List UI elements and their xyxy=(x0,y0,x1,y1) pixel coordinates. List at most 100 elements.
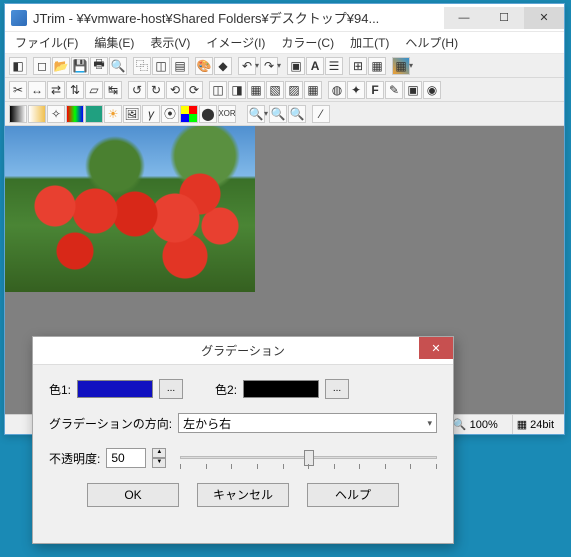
help-button[interactable]: ヘルプ xyxy=(307,483,399,507)
rotate-cw-icon[interactable]: ↻ xyxy=(147,81,165,99)
skew-icon[interactable]: ▱ xyxy=(85,81,103,99)
direction-label: グラデーションの方向: xyxy=(49,415,172,432)
color1-pick-button[interactable]: ... xyxy=(159,379,183,399)
flip-v-icon[interactable]: ⇅ xyxy=(66,81,84,99)
menu-edit[interactable]: 編集(E) xyxy=(88,32,140,53)
crop-icon[interactable]: ✂ xyxy=(9,81,27,99)
cancel-button[interactable]: キャンセル xyxy=(197,483,289,507)
dialog-close-button[interactable]: ✕ xyxy=(419,337,453,359)
blur-icon[interactable]: ◍ xyxy=(328,81,346,99)
paste-icon[interactable]: ▤ xyxy=(171,57,189,75)
balance-icon[interactable]: ⬤ xyxy=(199,105,217,123)
flip-h-icon[interactable]: ⇄ xyxy=(47,81,65,99)
grid2-icon[interactable]: ▦ xyxy=(392,57,410,75)
gamma-icon[interactable]: γ xyxy=(142,105,160,123)
menu-color[interactable]: カラー(C) xyxy=(275,32,340,53)
color2-pick-button[interactable]: ... xyxy=(325,379,349,399)
effect-3-icon[interactable]: ▦ xyxy=(247,81,265,99)
zoom-fit-icon[interactable]: 🔍 xyxy=(247,105,265,123)
opacity-label: 不透明度: xyxy=(49,450,100,467)
rotate-free-icon[interactable]: ⟳ xyxy=(185,81,203,99)
frame-icon[interactable]: ▣ xyxy=(287,57,305,75)
fill-icon[interactable]: ◆ xyxy=(214,57,232,75)
toolbar-row-2: ✂ ↔ ⇄ ⇅ ▱ ↹ ↺ ↻ ⟲ ⟳ ◫ ◨ ▦ ▧ ▨ ▦ ◍ ✦ F ✎ … xyxy=(5,78,564,102)
app-icon xyxy=(11,10,27,26)
dialog-title: グラデーション xyxy=(201,342,285,359)
effect-6-icon[interactable]: ▦ xyxy=(304,81,322,99)
ok-button[interactable]: OK xyxy=(87,483,179,507)
paint-icon[interactable]: 🎨 xyxy=(195,57,213,75)
maximize-button[interactable]: ☐ xyxy=(484,7,524,29)
color2-label: 色2: xyxy=(215,381,237,398)
new-icon[interactable]: ◻ xyxy=(33,57,51,75)
titlebar: JTrim - ¥¥vmware-host¥Shared Folders¥デスク… xyxy=(5,4,564,32)
opacity-input[interactable]: 50 xyxy=(106,448,146,468)
spiral-icon[interactable]: ◉ xyxy=(423,81,441,99)
sparkle-icon[interactable]: ✧ xyxy=(47,105,65,123)
opacity-slider[interactable] xyxy=(180,447,437,469)
toolbar-row-3: ✧ ☀ 🖼 γ ⦿ ⬤ XOR 🔍▾ 🔍 🔍 ⁄ xyxy=(5,102,564,126)
gradient-1-icon[interactable] xyxy=(9,105,27,123)
checker-icon[interactable] xyxy=(180,105,198,123)
grid-icon[interactable]: ⊞ xyxy=(349,57,367,75)
menubar: ファイル(F) 編集(E) 表示(V) イメージ(I) カラー(C) 加工(T)… xyxy=(5,32,564,54)
zoom-in-icon[interactable]: 🔍 xyxy=(269,105,287,123)
image-content xyxy=(5,126,255,292)
swatch-icon[interactable] xyxy=(85,105,103,123)
direction-value: 左から右 xyxy=(183,415,231,432)
window-title: JTrim - ¥¥vmware-host¥Shared Folders¥デスク… xyxy=(33,8,444,27)
menu-file[interactable]: ファイル(F) xyxy=(9,32,84,53)
copy-icon[interactable]: ⿻ xyxy=(133,57,151,75)
xor-icon[interactable]: XOR xyxy=(218,105,236,123)
rotate-ccw-icon[interactable]: ↺ xyxy=(128,81,146,99)
color1-swatch[interactable] xyxy=(77,380,153,398)
color1-label: 色1: xyxy=(49,381,71,398)
save-icon[interactable]: 💾 xyxy=(71,57,89,75)
menu-help[interactable]: ヘルプ(H) xyxy=(399,32,464,53)
chevron-down-icon: ▾ xyxy=(427,418,432,429)
open-icon[interactable]: 📂 xyxy=(52,57,70,75)
zoom-out-icon[interactable]: 🔍 xyxy=(288,105,306,123)
depth-icon: ▦ xyxy=(517,418,527,431)
menu-view[interactable]: 表示(V) xyxy=(144,32,196,53)
sun-icon[interactable]: ☀ xyxy=(104,105,122,123)
effect-5-icon[interactable]: ▨ xyxy=(285,81,303,99)
print-icon[interactable]: 🖶 xyxy=(90,57,108,75)
gradient-2-icon[interactable] xyxy=(28,105,46,123)
direction-combo[interactable]: 左から右 ▾ xyxy=(178,413,437,433)
text-icon[interactable]: A xyxy=(306,57,324,75)
mirror-icon[interactable]: ↹ xyxy=(104,81,122,99)
opacity-spin-down[interactable]: ▼ xyxy=(152,458,166,468)
close-button[interactable]: ✕ xyxy=(524,7,564,29)
eyedropper-icon[interactable]: ⁄ xyxy=(312,105,330,123)
menu-image[interactable]: イメージ(I) xyxy=(200,32,271,53)
color2-swatch[interactable] xyxy=(243,380,319,398)
opacity-spin-up[interactable]: ▲ xyxy=(152,448,166,458)
status-zoom: 🔍100% xyxy=(448,415,502,434)
curves-icon[interactable]: ⦿ xyxy=(161,105,179,123)
resize-icon[interactable]: ↔ xyxy=(28,81,46,99)
sharpen-icon[interactable]: ✦ xyxy=(347,81,365,99)
menu-process[interactable]: 加工(T) xyxy=(344,32,395,53)
minimize-button[interactable]: — xyxy=(444,7,484,29)
tool-icon[interactable]: ◧ xyxy=(9,57,27,75)
status-depth: ▦24bit xyxy=(512,415,558,434)
rgb-icon[interactable] xyxy=(66,105,84,123)
undo-icon[interactable]: ↶ xyxy=(238,57,256,75)
effect-1-icon[interactable]: ◫ xyxy=(209,81,227,99)
shade-icon[interactable]: ☰ xyxy=(325,57,343,75)
pencil-icon[interactable]: ✎ xyxy=(385,81,403,99)
cut-icon[interactable]: ◫ xyxy=(152,57,170,75)
rotate-90-icon[interactable]: ⟲ xyxy=(166,81,184,99)
stamp-icon[interactable]: ▣ xyxy=(404,81,422,99)
effect-f-icon[interactable]: F xyxy=(366,81,384,99)
toolbar-row-1: ◧ ◻ 📂 💾 🖶 🔍 ⿻ ◫ ▤ 🎨 ◆ ↶▾ ↷▾ ▣ A ☰ ⊞ ▦ ▦▾ xyxy=(5,54,564,78)
effect-2-icon[interactable]: ◨ xyxy=(228,81,246,99)
redo-icon[interactable]: ↷ xyxy=(260,57,278,75)
photo-icon[interactable]: 🖼 xyxy=(123,105,141,123)
preview-icon[interactable]: 🔍 xyxy=(109,57,127,75)
zoom-icon: 🔍 xyxy=(453,418,467,431)
gradient-dialog: グラデーション ✕ 色1: ... 色2: ... グラデーションの方向: 左か… xyxy=(32,336,454,544)
effect-4-icon[interactable]: ▧ xyxy=(266,81,284,99)
film-icon[interactable]: ▦ xyxy=(368,57,386,75)
